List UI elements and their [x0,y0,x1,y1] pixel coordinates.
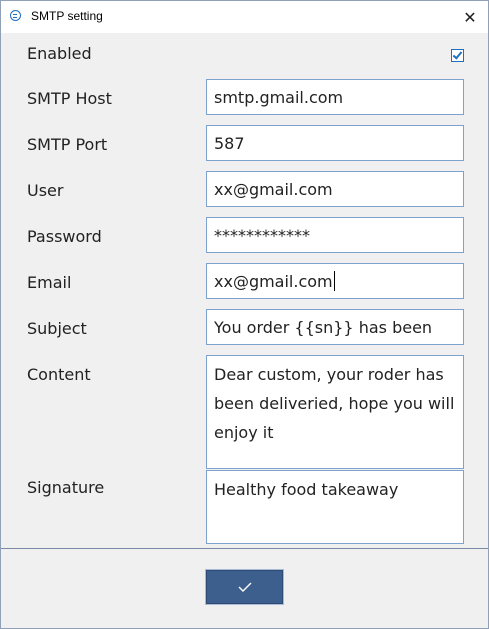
user-value: xx@gmail.com [214,179,333,199]
signature-value: Healthy food takeaway [214,480,399,499]
close-button[interactable]: ✕ [458,5,482,29]
window-title: SMTP setting [31,9,103,23]
content-label: Content [27,365,91,384]
user-input[interactable]: xx@gmail.com [206,171,464,207]
footer-divider [1,548,488,549]
email-label: Email [27,273,72,292]
email-input[interactable]: xx@gmail.com [206,263,464,299]
smtp-port-label: SMTP Port [27,135,108,154]
email-value: xx@gmail.com [214,271,333,291]
signature-textarea[interactable]: Healthy food takeaway [206,470,464,544]
content-textarea[interactable]: Dear custom, your roder has been deliver… [206,355,464,469]
subject-value: You order {{sn}} has been [214,317,433,337]
smtp-setting-window: SMTP setting ✕ Enabled SMTP Host smtp.gm… [0,0,489,629]
close-icon: ✕ [463,7,477,27]
enabled-label: Enabled [27,44,92,63]
smtp-host-value: smtp.gmail.com [214,87,344,107]
text-caret [333,271,335,291]
subject-input[interactable]: You order {{sn}} has been [206,309,464,345]
app-icon [10,10,21,21]
smtp-host-input[interactable]: smtp.gmail.com [206,79,464,115]
smtp-port-input[interactable]: 587 [206,125,464,161]
confirm-button[interactable] [205,569,284,605]
subject-label: Subject [27,319,87,338]
enabled-checkbox[interactable] [451,49,464,62]
signature-label: Signature [27,478,105,497]
title-bar: SMTP setting ✕ [1,1,488,33]
checkmark-icon [238,582,251,592]
smtp-host-label: SMTP Host [27,89,112,108]
password-value: ************ [214,225,310,245]
password-label: Password [27,227,102,246]
password-input[interactable]: ************ [206,217,464,253]
user-label: User [27,181,64,200]
smtp-port-value: 587 [214,133,245,153]
content-value: Dear custom, your roder has been deliver… [214,365,455,442]
